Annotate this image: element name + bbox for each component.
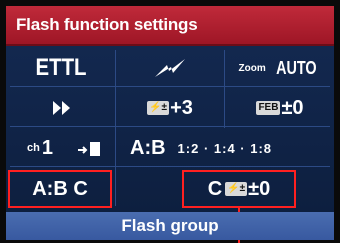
- grid-divider: [10, 126, 330, 127]
- flash-exposure-comp-setting[interactable]: ⚡± +3: [124, 92, 216, 124]
- group-c-comp-value: ±0: [248, 177, 271, 200]
- grid-divider: [224, 50, 225, 128]
- flash-group-value: A:B C: [32, 177, 88, 200]
- firing-ratio-values: 1:2 · 1:4 · 1:8: [177, 140, 273, 156]
- flash-mode-value: ETTL: [35, 54, 87, 81]
- settings-panel: ETTL Zoom AUTO ⚡± +3 FEB ±0 ch 1 A:B 1:2…: [6, 46, 334, 212]
- group-c-comp-cell: C ⚡± ±0: [184, 172, 294, 206]
- high-speed-sync-setting[interactable]: [16, 92, 106, 124]
- feb-value: ±0: [281, 96, 304, 119]
- group-c-label: C: [207, 177, 223, 200]
- lcd-screen: Flash function settings ETTL Zoom AUTO ⚡…: [0, 0, 340, 243]
- function-label: Flash group: [121, 216, 219, 235]
- channel-value: 1: [41, 136, 53, 159]
- master-flash-setting[interactable]: [66, 132, 112, 164]
- grid-divider: [115, 50, 116, 206]
- firing-ratio-label: A:B: [130, 136, 166, 159]
- wireless-setting[interactable]: [124, 52, 216, 84]
- feb-label: FEB: [256, 101, 281, 115]
- zoom-label: Zoom: [238, 62, 266, 74]
- zoom-value: AUTO: [275, 57, 317, 78]
- flash-exp-comp-icon: ⚡±: [147, 101, 170, 115]
- firing-ratio-setting[interactable]: A:B 1:2 · 1:4 · 1:8: [124, 132, 328, 164]
- feb-setting[interactable]: FEB ±0: [232, 92, 328, 124]
- high-speed-sync-icon: [52, 101, 70, 115]
- channel-icon: ch: [27, 142, 40, 154]
- wireless-flash-icon: [155, 59, 185, 77]
- settings-header: Flash function settings: [6, 6, 334, 46]
- function-label-bar: Flash group: [6, 212, 334, 240]
- page-title: Flash function settings: [16, 15, 198, 34]
- flash-group-cell: A:B C: [10, 172, 110, 206]
- group-c-exp-comp-icon: ⚡±: [225, 182, 248, 196]
- flash-mode-setting[interactable]: ETTL: [23, 52, 100, 84]
- channel-setting[interactable]: ch 1: [16, 132, 64, 164]
- master-flash-icon: [78, 142, 100, 156]
- zoom-setting[interactable]: Zoom AUTO: [232, 52, 328, 84]
- group-c-comp-highlight[interactable]: C ⚡± ±0: [182, 170, 296, 208]
- grid-divider: [10, 86, 330, 87]
- flash-exp-comp-value: +3: [170, 96, 193, 119]
- grid-divider: [10, 166, 330, 167]
- flash-group-selected[interactable]: A:B C: [8, 170, 112, 208]
